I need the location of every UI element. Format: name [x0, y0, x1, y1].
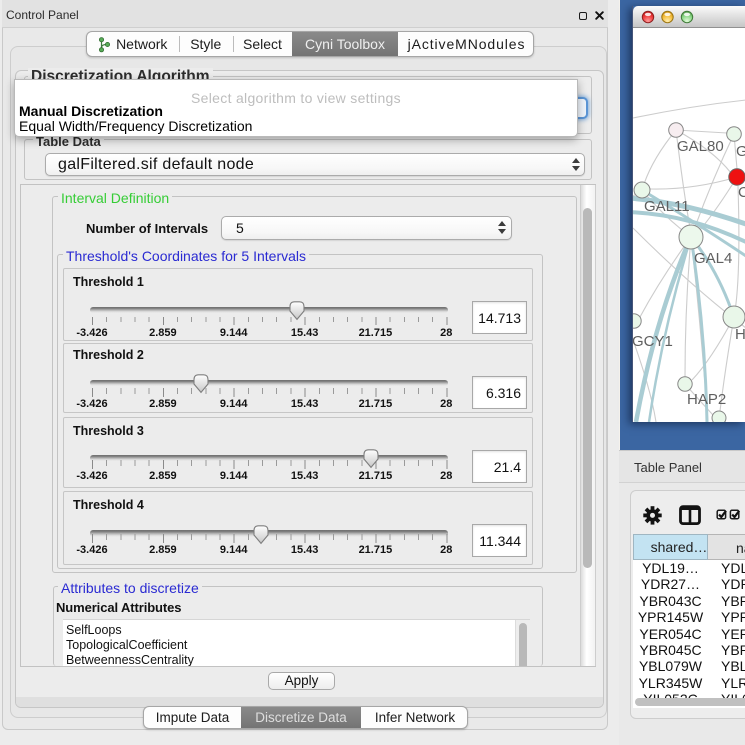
svg-text:GCY1: GCY1	[633, 333, 673, 350]
svg-text:GAL80: GAL80	[677, 138, 724, 155]
svg-text:H: H	[735, 326, 745, 343]
svg-text:GAL4: GAL4	[694, 250, 732, 267]
svg-text:GA: GA	[736, 143, 745, 160]
svg-text:HAP2: HAP2	[687, 391, 726, 408]
svg-text:C: C	[738, 184, 745, 201]
svg-text:GAL11: GAL11	[644, 198, 690, 215]
